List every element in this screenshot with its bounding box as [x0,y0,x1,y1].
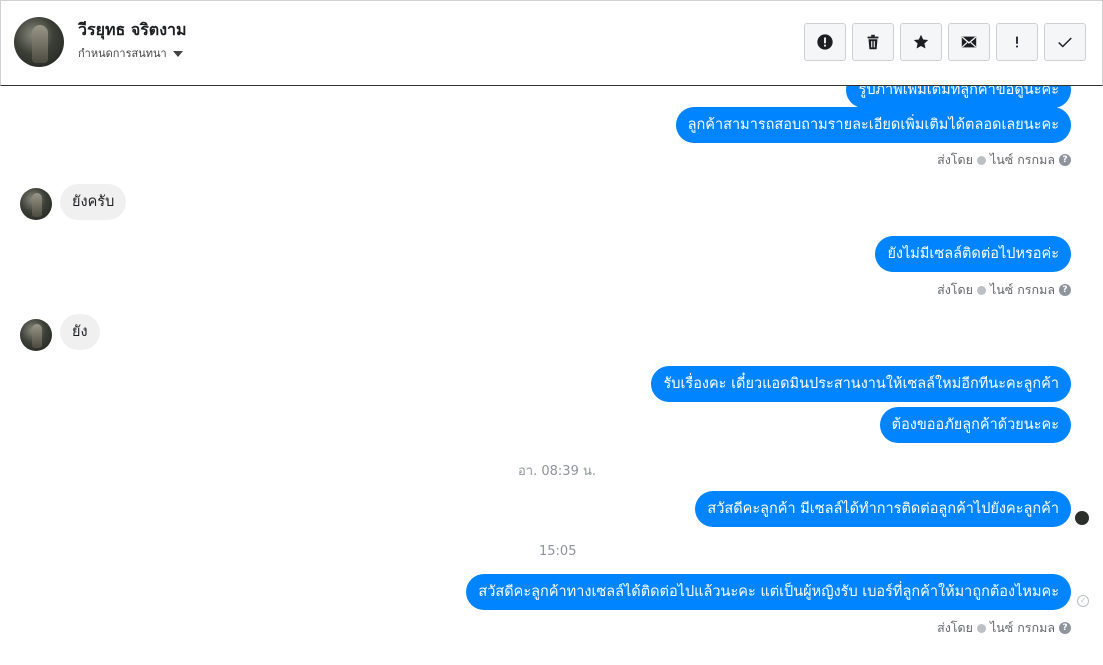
exclamation-icon [1016,36,1018,48]
mark-spam-button[interactable] [804,23,846,61]
date-separator: อา. 08:39 น. [518,464,596,479]
sent-by-meta: ส่งโดย ไนซ์ กรกมล ? [937,280,1071,300]
outgoing-message: ต้องขออภัยลูกค้าด้วยนะคะ [879,407,1071,443]
time-separator: 15:05 [539,544,577,559]
sent-by-label: ส่งโดย [937,620,973,635]
envelope-icon [961,36,977,48]
outgoing-message: สวัสดีคะลูกค้า มีเซลล์ได้ทำการติดต่อลูกค… [695,491,1071,527]
incoming-message: ยังครับ [60,184,127,220]
assign-label: กำหนดการสนทนา [78,47,167,60]
read-receipt-avatar [1075,511,1089,525]
outgoing-message: รูปภาพเพิ่มเติมที่ลูกค้าขอดูนะคะ [846,86,1071,108]
outgoing-message: รับเรื่องคะ เดี๋ยวแอดมินประสานงานให้เซลล… [651,366,1071,402]
incoming-message: ยัง [60,314,100,350]
outgoing-message: ลูกค้าสามารถสอบถามรายละเอียดเพิ่มเติมได้… [675,107,1071,143]
agent-status-icon [976,155,986,165]
delete-button[interactable] [852,23,894,61]
conversation-header: วีรยุทธ จริตงาม กำหนดการสนทนา [0,0,1103,86]
toolbar [804,23,1086,61]
agent-name[interactable]: ไนซ์ กรกมล [990,150,1055,170]
help-icon[interactable]: ? [1059,154,1071,166]
contact-avatar-small [20,319,52,351]
sent-by-label: ส่งโดย [937,152,973,167]
sent-by-label: ส่งโดย [937,282,973,297]
assign-conversation-dropdown[interactable]: กำหนดการสนทนา [78,44,183,62]
star-button[interactable] [900,23,942,61]
outgoing-message: สวัสดีคะลูกค้าทางเซลล์ได้ติดต่อไปแล้วนะค… [466,574,1071,610]
agent-status-icon [976,285,986,295]
mark-unread-button[interactable] [948,23,990,61]
contact-avatar[interactable] [14,17,64,67]
follow-up-button[interactable] [996,23,1038,61]
agent-name[interactable]: ไนซ์ กรกมล [990,618,1055,638]
outgoing-message: ยังไม่มีเซลล์ติดต่อไปหรอค่ะ [875,236,1071,272]
agent-name[interactable]: ไนซ์ กรกมล [990,280,1055,300]
agent-status-icon [976,623,986,633]
caret-down-icon [172,50,183,57]
check-icon [1058,37,1072,48]
message-thread[interactable]: รูปภาพเพิ่มเติมที่ลูกค้าขอดูนะคะ ลูกค้าส… [0,86,1103,665]
sent-by-meta: ส่งโดย ไนซ์ กรกมล ? [937,150,1071,170]
help-icon[interactable]: ? [1059,622,1071,634]
mark-done-button[interactable] [1044,23,1086,61]
contact-name[interactable]: วีรยุทธ จริตงาม [78,18,187,43]
star-icon [913,34,929,49]
alert-circle-icon [817,34,833,50]
contact-avatar-small [20,188,52,220]
trash-icon [867,34,879,50]
sent-check-icon: ✓ [1077,595,1089,607]
sent-by-meta: ส่งโดย ไนซ์ กรกมล ? [937,618,1071,638]
help-icon[interactable]: ? [1059,284,1071,296]
